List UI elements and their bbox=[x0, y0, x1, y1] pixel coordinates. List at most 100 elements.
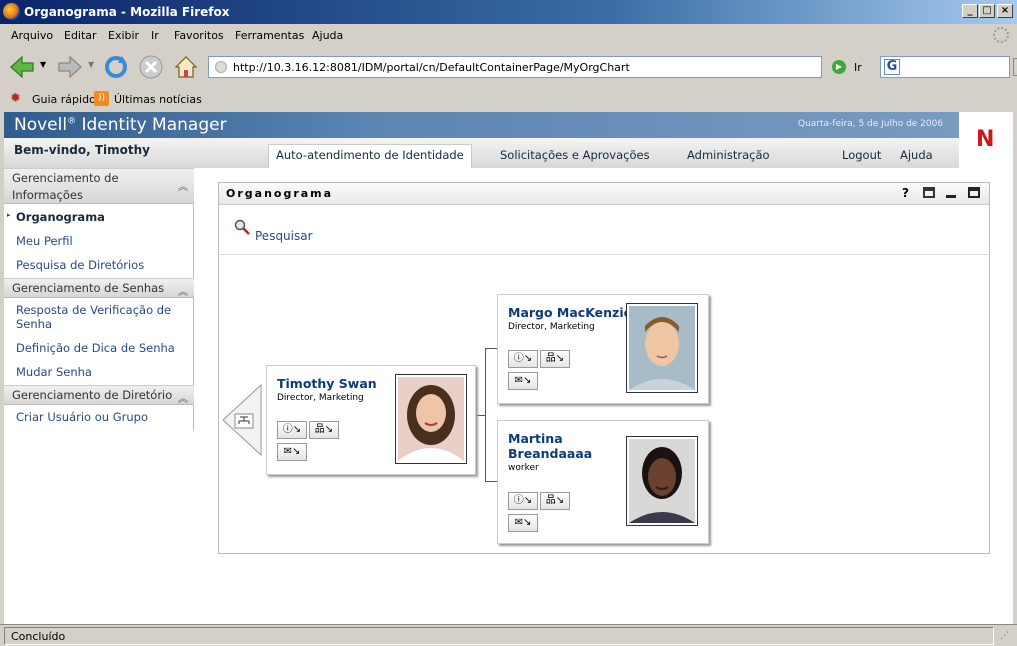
google-icon[interactable]: G bbox=[884, 59, 900, 75]
orgchart-portlet: Organograma ? Pesquisar Timothy Swan Dir… bbox=[218, 182, 990, 554]
orgchart-card-report[interactable]: Margo MacKenzie Director, Marketing ⓘ↘ 品… bbox=[497, 294, 709, 404]
tab-requests[interactable]: Solicitações e Aprovações bbox=[500, 148, 650, 162]
forward-dropdown-icon[interactable]: ▼ bbox=[88, 60, 94, 69]
bookmark-star-icon: ✹ bbox=[10, 91, 21, 106]
menu-favorites[interactable]: Favoritos bbox=[174, 29, 224, 42]
collapse-icon[interactable]: ︽ bbox=[178, 390, 188, 405]
reload-icon[interactable] bbox=[102, 53, 130, 81]
maximize-button[interactable]: □ bbox=[979, 4, 995, 18]
person-title: Director, Marketing bbox=[277, 393, 364, 403]
portlet-title: Organograma bbox=[226, 187, 334, 200]
name-line-1: Martina bbox=[508, 431, 563, 446]
sidebar-item-directory-search[interactable]: Pesquisa de Diretórios bbox=[16, 258, 144, 272]
search-row: Pesquisar bbox=[219, 205, 989, 255]
sidebar-section-info[interactable]: Gerenciamento de Informações ︽ bbox=[4, 168, 194, 204]
print-icon[interactable] bbox=[923, 187, 935, 198]
section-title-line-1: Gerenciamento de bbox=[12, 171, 119, 185]
logout-link[interactable]: Logout bbox=[842, 148, 881, 162]
email-icon[interactable]: ✉↘ bbox=[277, 443, 307, 461]
welcome-text: Bem-vindo, Timothy bbox=[14, 143, 150, 157]
collapse-icon[interactable]: ︽ bbox=[178, 179, 188, 196]
sidebar-item-change-password[interactable]: Mudar Senha bbox=[16, 365, 92, 379]
orgchart-icon[interactable]: 品↘ bbox=[540, 350, 570, 368]
home-icon[interactable] bbox=[172, 53, 200, 81]
novell-logo: N bbox=[959, 112, 1013, 168]
sidebar-item-password-hint[interactable]: Definição de Dica de Senha bbox=[16, 341, 175, 355]
show-manager-arrow[interactable] bbox=[222, 384, 262, 456]
url-dropdown-icon[interactable]: ▼ bbox=[1013, 58, 1017, 76]
info-icon[interactable]: ⓘ↘ bbox=[277, 421, 307, 439]
help-link[interactable]: Ajuda bbox=[900, 148, 933, 162]
header-date: Quarta-feira, 5 de Julho de 2006 bbox=[798, 119, 944, 129]
tab-self-service[interactable]: Auto-atendimento de Identidade bbox=[268, 144, 472, 168]
person-name[interactable]: Martina Breandaaaa bbox=[508, 431, 592, 461]
item-line-2: Senha bbox=[16, 317, 52, 331]
back-icon[interactable] bbox=[8, 53, 36, 81]
person-photo bbox=[626, 303, 698, 393]
connector-line bbox=[485, 348, 497, 349]
status-text: Concluído bbox=[4, 627, 994, 645]
info-icon[interactable]: ⓘ↘ bbox=[508, 350, 538, 368]
bookmark-latest-news[interactable]: Últimas notícias bbox=[114, 93, 202, 106]
orgchart-icon[interactable]: 品↘ bbox=[540, 492, 570, 510]
throbber-icon bbox=[993, 27, 1009, 43]
name-line-2: Breandaaaa bbox=[508, 446, 593, 461]
portlet-header: Organograma ? bbox=[219, 183, 989, 205]
search-link[interactable]: Pesquisar bbox=[255, 229, 313, 243]
menu-tools[interactable]: Ferramentas bbox=[235, 29, 304, 42]
person-name[interactable]: Timothy Swan bbox=[277, 376, 377, 391]
menu-bar: Arquivo Editar Exibir Ir Favoritos Ferra… bbox=[0, 24, 1017, 46]
menu-view[interactable]: Exibir bbox=[108, 29, 139, 42]
help-icon[interactable]: ? bbox=[902, 186, 909, 200]
menu-edit[interactable]: Editar bbox=[64, 29, 97, 42]
magnifier-icon[interactable] bbox=[234, 219, 250, 235]
collapse-icon[interactable]: ︽ bbox=[178, 283, 188, 298]
bookmark-quick-guide[interactable]: Guia rápido bbox=[32, 93, 96, 106]
firefox-icon bbox=[3, 3, 20, 20]
sidebar-item-my-profile[interactable]: Meu Perfil bbox=[16, 234, 73, 248]
resize-grip-icon[interactable]: ⋰ bbox=[1000, 631, 1009, 641]
sidebar: Gerenciamento de Informações ︽ ▸ Organog… bbox=[4, 168, 194, 430]
go-icon: ▶ bbox=[832, 60, 846, 74]
person-title: worker bbox=[508, 463, 539, 473]
back-dropdown-icon[interactable]: ▼ bbox=[40, 60, 46, 69]
section-title: Gerenciamento de Senhas bbox=[12, 281, 165, 295]
tab-administration[interactable]: Administração bbox=[687, 148, 770, 162]
minimize-portlet-icon[interactable] bbox=[946, 195, 956, 198]
selected-arrow-icon: ▸ bbox=[7, 211, 11, 219]
sidebar-item-create-user[interactable]: Criar Usuário ou Grupo bbox=[16, 410, 148, 424]
menu-help[interactable]: Ajuda bbox=[312, 29, 343, 42]
connector-line bbox=[485, 348, 486, 481]
person-title: Director, Marketing bbox=[508, 322, 595, 332]
person-name[interactable]: Margo MacKenzie bbox=[508, 305, 632, 320]
sidebar-section-directory[interactable]: Gerenciamento de Diretório ︽ bbox=[4, 385, 194, 405]
close-button[interactable]: × bbox=[997, 4, 1013, 18]
email-icon[interactable]: ✉↘ bbox=[508, 514, 538, 532]
bookmarks-toolbar: ✹ Guia rápido )) Últimas notícias bbox=[0, 88, 1017, 110]
sidebar-section-passwords[interactable]: Gerenciamento de Senhas ︽ bbox=[4, 278, 194, 298]
orgchart-card-root[interactable]: Timothy Swan Director, Marketing ⓘ↘ 品↘ ✉… bbox=[266, 365, 476, 475]
email-icon[interactable]: ✉↘ bbox=[508, 372, 538, 390]
sidebar-item-orgchart[interactable]: Organograma bbox=[16, 210, 105, 224]
item-line-1: Resposta de Verificação de bbox=[16, 303, 172, 317]
orgchart-card-report[interactable]: Martina Breandaaaa worker ⓘ↘ 品↘ ✉↘ bbox=[497, 420, 709, 544]
sidebar-item-challenge-response[interactable]: Resposta de Verificação de Senha bbox=[16, 303, 171, 331]
stop-icon[interactable] bbox=[137, 53, 165, 81]
menu-go[interactable]: Ir bbox=[151, 29, 159, 42]
maximize-portlet-icon[interactable] bbox=[968, 187, 980, 198]
forward-icon[interactable] bbox=[56, 53, 84, 81]
info-icon[interactable]: ⓘ↘ bbox=[508, 492, 538, 510]
app-logo: Novell® Identity Manager bbox=[14, 115, 227, 135]
address-bar[interactable]: http://10.3.16.12:8081/IDM/portal/cn/Def… bbox=[208, 56, 1017, 78]
url-text[interactable]: http://10.3.16.12:8081/IDM/portal/cn/Def… bbox=[233, 61, 630, 74]
minimize-button[interactable]: _ bbox=[962, 4, 978, 18]
welcome-bar: Bem-vindo, Timothy Auto-atendimento de I… bbox=[4, 138, 959, 168]
window-title-bar: Organograma - Mozilla Firefox _ □ × bbox=[0, 0, 1017, 24]
page-icon bbox=[215, 61, 227, 73]
orgchart-icon[interactable]: 品↘ bbox=[309, 421, 339, 439]
search-input[interactable]: G bbox=[880, 56, 1010, 78]
menu-file[interactable]: Arquivo bbox=[11, 29, 53, 42]
connector-line bbox=[485, 481, 497, 482]
connector-line bbox=[475, 415, 485, 416]
section-title: Gerenciamento de Diretório bbox=[12, 388, 173, 402]
